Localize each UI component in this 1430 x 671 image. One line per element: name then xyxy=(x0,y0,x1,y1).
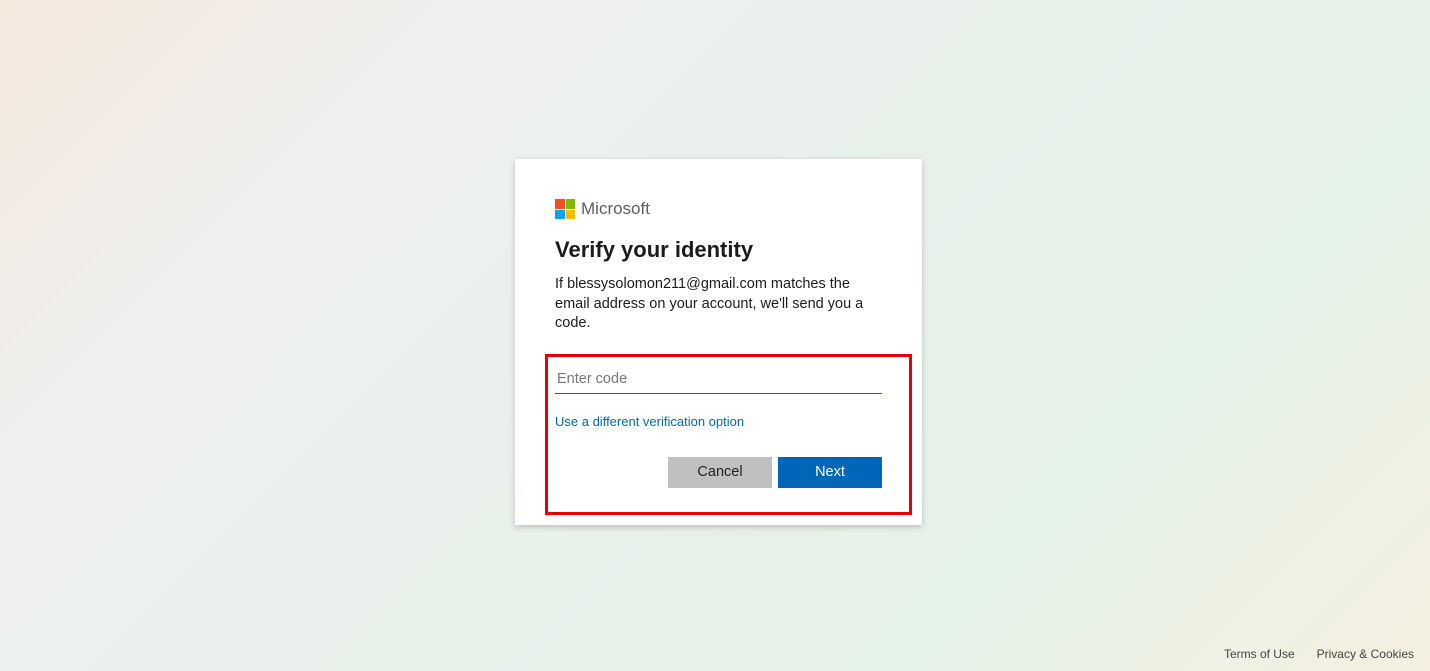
microsoft-logo-icon xyxy=(555,199,575,219)
instruction-text: If blessysolomon211@gmail.com matches th… xyxy=(555,275,882,334)
button-row: Cancel Next xyxy=(555,457,882,488)
highlighted-region: Use a different verification option Canc… xyxy=(545,354,912,515)
footer-links: Terms of Use Privacy & Cookies xyxy=(1224,647,1414,661)
next-button[interactable]: Next xyxy=(778,457,882,488)
brand-name: Microsoft xyxy=(581,199,650,219)
page-title: Verify your identity xyxy=(555,237,882,263)
auth-card: Microsoft Verify your identity If blessy… xyxy=(515,159,922,525)
cancel-button[interactable]: Cancel xyxy=(668,457,772,488)
code-input[interactable] xyxy=(555,365,882,394)
terms-link[interactable]: Terms of Use xyxy=(1224,647,1295,661)
brand-row: Microsoft xyxy=(555,199,882,219)
different-verification-link[interactable]: Use a different verification option xyxy=(555,414,744,429)
privacy-link[interactable]: Privacy & Cookies xyxy=(1317,647,1414,661)
